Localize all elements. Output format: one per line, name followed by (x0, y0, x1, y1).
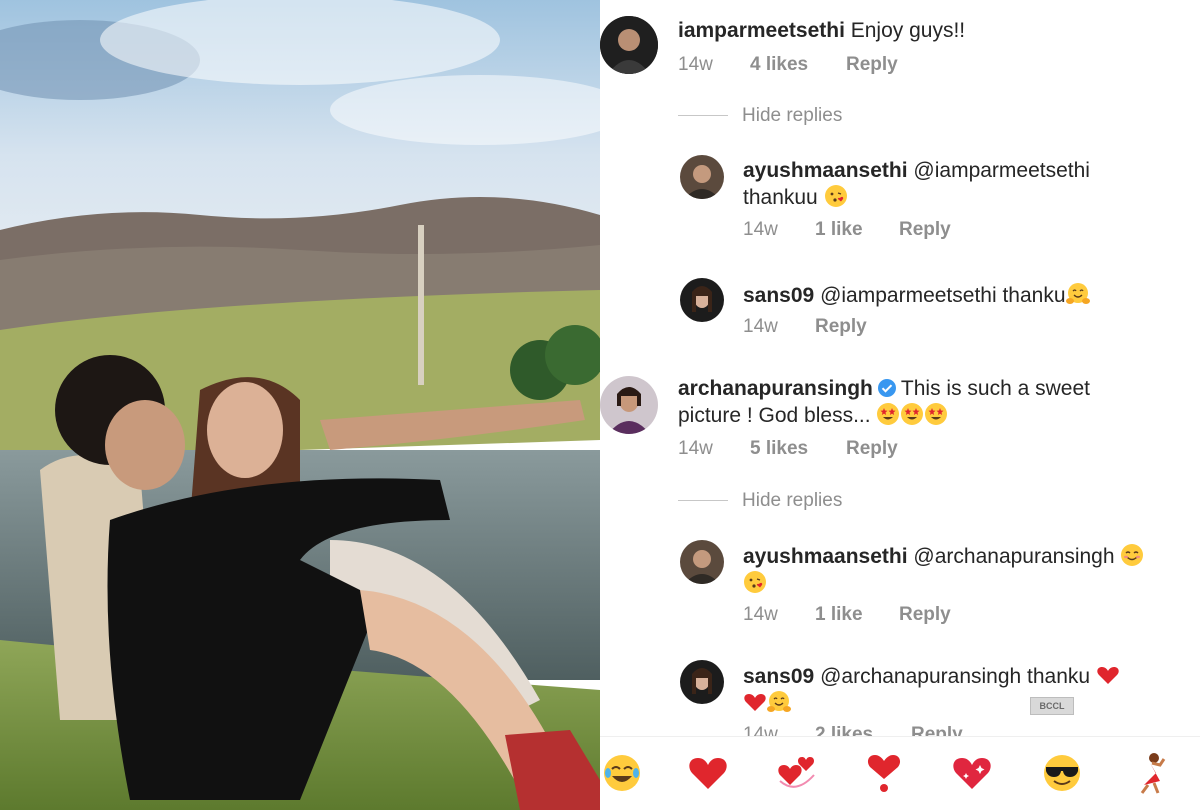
comment-time: 14w (743, 219, 778, 240)
comments-panel: iamparmeetsethi Enjoy guys!! 14w 4 likes R… (600, 0, 1200, 810)
avatar-ayushmaansethi[interactable] (680, 540, 724, 584)
hide-replies-label: Hide replies (742, 490, 843, 511)
star-struck-emoji (925, 403, 948, 425)
red-heart-icon (689, 758, 727, 789)
heart-exclamation-emoji[interactable] (862, 751, 906, 795)
quick-reaction-bar (600, 736, 1200, 811)
avatar-image (600, 376, 658, 434)
reply-button[interactable]: Reply (846, 438, 898, 460)
avatar-sans09[interactable] (680, 278, 724, 322)
comment-body-line2: picture ! God bless... (678, 404, 871, 427)
hugging-face-emoji (767, 691, 791, 712)
comment-username[interactable]: sans09 (743, 665, 814, 688)
avatar-image (680, 660, 724, 704)
verified-badge-icon (877, 379, 896, 397)
avatar-archanapuransingh[interactable] (600, 376, 658, 434)
comment-mention[interactable]: @archanapuransingh (913, 545, 1114, 568)
comment-meta: 14w 1 like Reply (743, 219, 951, 241)
smiling-face-emoji (1121, 544, 1144, 566)
kissing-heart-emoji (744, 571, 766, 593)
couple-photo-illustration (0, 0, 600, 810)
sunglasses-icon (1044, 755, 1080, 791)
comment-text: archanapuransingh This is such a sweet p… (678, 376, 1188, 429)
comment-body: @archanapuransingh thanku (820, 665, 1091, 688)
post-photo (0, 0, 600, 810)
red-heart-emoji[interactable] (686, 751, 730, 795)
comment-text: ayushmaansethi @archanapuransingh (743, 543, 1198, 597)
sparkling-heart-emoji[interactable] (950, 751, 994, 795)
kissing-heart-emoji (824, 185, 847, 207)
joy-emoji[interactable] (600, 751, 644, 795)
comment-meta: 14w Reply (743, 316, 867, 338)
comment-username[interactable]: iamparmeetsethi (678, 19, 845, 42)
red-heart-emoji (744, 694, 766, 711)
star-struck-emoji (877, 403, 900, 425)
avatar-image (600, 16, 658, 74)
comment-time: 14w (743, 604, 778, 625)
avatar-image (680, 278, 724, 322)
avatar-image (680, 155, 724, 199)
comment-likes[interactable]: 1 like (815, 219, 899, 241)
star-struck-emoji (901, 403, 924, 425)
comment-body: thankuu (743, 186, 818, 209)
comment-body-line1: This is such a sweet (900, 377, 1090, 400)
sparkling-heart-icon (953, 758, 991, 789)
reply-button[interactable]: Reply (815, 316, 867, 338)
sunglasses-emoji[interactable] (1040, 751, 1084, 795)
comment-username[interactable]: ayushmaansethi (743, 545, 908, 568)
comment-text: iamparmeetsethi Enjoy guys!! (678, 18, 1178, 44)
comment-text: ayushmaansethi @iamparmeetsethi thankuu (743, 158, 1183, 211)
joy-emoji-icon (604, 755, 640, 791)
comment-username[interactable]: ayushmaansethi (743, 159, 908, 182)
watermark: BCCL (1030, 697, 1074, 715)
avatar-sans09[interactable] (680, 660, 724, 704)
hide-replies-button[interactable]: Hide replies (678, 105, 842, 127)
comment-meta: 14w 5 likes Reply (678, 438, 898, 460)
comment-time: 14w (678, 54, 713, 75)
avatar-iamparmeetsethi[interactable] (600, 16, 658, 74)
comment-time: 14w (678, 438, 713, 459)
divider-line (678, 500, 728, 502)
dancer-icon (1140, 753, 1166, 794)
divider-line (678, 115, 728, 117)
avatar-image (680, 540, 724, 584)
hide-replies-label: Hide replies (742, 105, 843, 126)
dancer-emoji[interactable] (1130, 751, 1174, 795)
hugging-face-emoji (1065, 283, 1090, 304)
comment-likes[interactable]: 4 likes (750, 54, 846, 76)
heart-exclamation-icon (867, 755, 901, 792)
revolving-hearts-icon (778, 757, 815, 788)
comment-meta: 14w 1 like Reply (743, 604, 951, 626)
comment-meta: 14w 4 likes Reply (678, 54, 898, 76)
comment-body: @iamparmeetsethi thanku (820, 284, 1066, 307)
avatar-ayushmaansethi[interactable] (680, 155, 724, 199)
hide-replies-button[interactable]: Hide replies (678, 490, 842, 512)
comment-username[interactable]: archanapuransingh (678, 377, 873, 400)
comment-mention[interactable]: @iamparmeetsethi (913, 159, 1090, 182)
comment-time: 14w (743, 316, 778, 337)
reply-button[interactable]: Reply (899, 604, 951, 626)
comment-text: sans09 @iamparmeetsethi thanku (743, 282, 1183, 309)
reply-button[interactable]: Reply (846, 54, 898, 76)
reply-button[interactable]: Reply (899, 219, 951, 241)
comment-likes[interactable]: 1 like (815, 604, 899, 626)
red-heart-emoji (1097, 667, 1119, 684)
comment-body: Enjoy guys!! (850, 19, 966, 42)
comment-text: sans09 @archanapuransingh thanku (743, 663, 1193, 717)
comment-username[interactable]: sans09 (743, 284, 814, 307)
revolving-hearts-emoji[interactable] (774, 751, 818, 795)
comment-likes[interactable]: 5 likes (750, 438, 846, 460)
